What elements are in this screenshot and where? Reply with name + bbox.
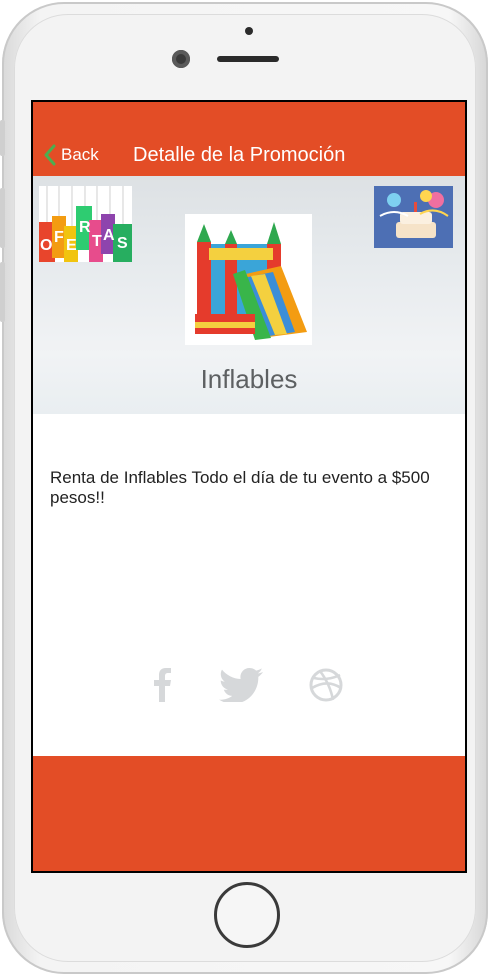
svg-text:F: F	[54, 229, 64, 246]
svg-text:R: R	[79, 219, 91, 236]
dribbble-button[interactable]	[309, 668, 343, 707]
navigation-bar: Back Detalle de la Promoción	[33, 102, 465, 176]
app-view: Back Detalle de la Promoción O F E R T A…	[33, 102, 465, 871]
twitter-icon	[218, 668, 263, 704]
svg-text:S: S	[117, 235, 128, 252]
proximity-sensor	[245, 27, 253, 35]
ofertas-banner-image: OFE RT A S	[39, 186, 132, 262]
inflatable-castle-image	[185, 214, 312, 345]
back-label: Back	[61, 145, 99, 164]
product-name: Inflables	[200, 364, 298, 394]
facebook-icon	[154, 668, 171, 702]
svg-text:O: O	[40, 237, 52, 254]
chevron-left-icon	[44, 144, 56, 166]
front-camera	[172, 50, 190, 68]
page-title: Detalle de la Promoción	[133, 144, 346, 166]
volume-up-button	[0, 188, 5, 248]
home-button[interactable]	[214, 882, 280, 948]
svg-text:A: A	[103, 227, 115, 244]
phone-screen: Back Detalle de la Promoción O F E R T A…	[31, 100, 467, 873]
twitter-button[interactable]	[218, 668, 263, 707]
back-button[interactable]: Back	[43, 142, 99, 168]
party-cake-image	[374, 186, 453, 248]
footer-bar	[33, 756, 465, 871]
facebook-button[interactable]	[153, 668, 171, 707]
mute-switch	[0, 120, 5, 156]
promotion-description: Renta de Inflables Todo el día de tu eve…	[50, 468, 430, 507]
volume-down-button	[0, 262, 5, 322]
dribbble-icon	[309, 668, 343, 702]
promotion-header: OFE RTAS Inflables	[33, 176, 465, 414]
svg-text:T: T	[92, 233, 102, 250]
earpiece-speaker	[217, 56, 279, 62]
svg-text:E: E	[66, 237, 77, 254]
